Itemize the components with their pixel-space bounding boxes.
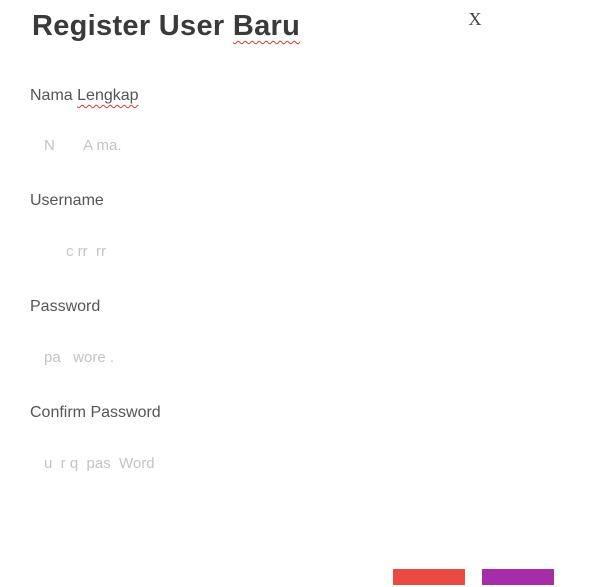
- username-input[interactable]: [30, 234, 550, 268]
- confirm-password-label: Confirm Password: [30, 404, 161, 421]
- full-name-label: Nama Lengkap: [30, 87, 139, 105]
- close-button[interactable]: X: [464, 8, 486, 30]
- submit-button[interactable]: [482, 569, 554, 585]
- dialog-title-marked: Baru: [232, 10, 301, 42]
- register-user-dialog: Register User Baru X Nama Lengkap Userna…: [0, 0, 590, 587]
- full-name-input[interactable]: [30, 128, 550, 162]
- confirm-password-input[interactable]: [30, 446, 550, 480]
- dialog-title: Register User Baru: [32, 10, 300, 43]
- password-input[interactable]: [30, 340, 550, 374]
- full-name-label-marked: Lengkap: [77, 87, 139, 104]
- full-name-label-prefix: Nama: [30, 87, 73, 104]
- password-label: Password: [30, 298, 101, 315]
- username-label: Username: [30, 192, 104, 209]
- dialog-title-prefix: Register User: [32, 10, 225, 42]
- cancel-button[interactable]: [393, 569, 465, 585]
